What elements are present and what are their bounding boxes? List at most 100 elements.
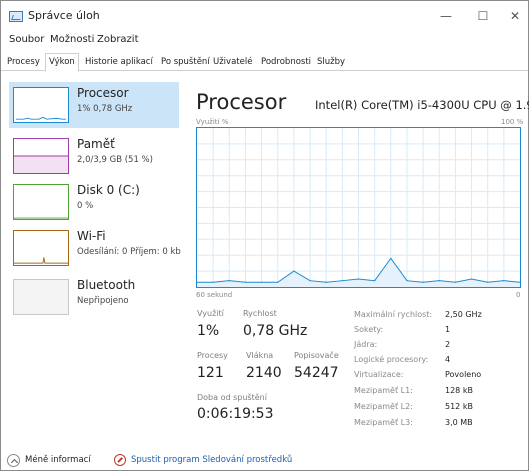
sidebar-item-wifi[interactable]: Wi-Fi Odesílání: 0 Příjem: 0 kb [9,225,181,271]
processes-label: Procesy [197,351,228,360]
task-manager-icon [9,11,23,22]
detail-key: Mezipaměť L3: [354,418,413,427]
utilization-value: 1% [197,323,220,339]
chart-point [503,280,505,282]
chart-point [438,280,440,282]
chart-point [470,278,473,280]
resource-monitor-link[interactable]: Spustit program Sledování prostředků [131,455,292,465]
title-bar: Správce úloh — ☐ ✕ [1,1,528,33]
bluetooth-thumbnail-graph [13,279,69,315]
tab-users[interactable]: Uživatelé [213,55,252,71]
menu-view[interactable]: Zobrazit [97,34,139,45]
graph-label-zero: 0 [516,291,521,299]
chart-point [293,270,295,272]
threads-value: 2140 [246,365,282,381]
tab-bar: Procesy Výkon Historie aplikací Po spušt… [1,53,528,72]
minimize-button[interactable]: — [432,7,460,25]
chart-point [519,281,520,283]
close-button[interactable]: ✕ [501,7,529,25]
cpu-utilization-chart [196,127,521,288]
chart-point [487,281,489,283]
page-title: Procesor [196,90,287,114]
sidebar-item-cpu[interactable]: Procesor 1% 0,78 GHz [9,82,179,128]
graph-label-max: 100 % [501,118,524,126]
detail-value: 128 kB [445,386,473,395]
graph-label-utilization: Využití % [196,118,229,126]
sidebar-item-label: Paměť [77,137,115,151]
tab-processes[interactable]: Procesy [7,55,40,71]
sidebar-item-sub: 0 % [77,201,94,211]
menu-options[interactable]: Možnosti [50,34,94,45]
detail-key: Logické procesory: [354,355,429,364]
detail-key: Sokety: [354,325,384,334]
window-title: Správce úloh [28,9,100,22]
sidebar-item-memory[interactable]: Paměť 2,0/3,9 GB (51 %) [9,133,179,179]
tab-performance[interactable]: Výkon [45,53,79,72]
wifi-thumbnail-graph [13,230,69,266]
handles-value: 54247 [294,365,339,381]
chart-point [341,280,343,282]
chart-point [390,257,392,259]
chart-point [309,280,311,282]
tab-details[interactable]: Podrobnosti [261,55,311,71]
detail-key: Maximální rychlost: [354,310,433,319]
memory-thumbnail-graph [13,138,69,174]
threads-label: Vlákna [246,351,274,360]
sidebar-item-sub: 2,0/3,9 GB (51 %) [77,155,153,165]
speed-value: 0,78 GHz [243,323,308,339]
sidebar-item-disk[interactable]: Disk 0 (C:) 0 % [9,179,179,225]
chart-point [261,281,263,283]
graph-label-time: 60 sekund [196,291,233,299]
tab-app-history[interactable]: Historie aplikací [85,55,153,71]
chart-point [244,281,247,283]
cpu-thumbnail-graph [13,87,69,123]
speed-label: Rychlost [243,309,277,318]
sidebar-item-label: Wi-Fi [77,229,106,243]
detail-value: 3,0 MB [445,418,473,427]
utilization-label: Využití [197,309,224,318]
chart-point [228,280,230,282]
chart-point [357,278,360,280]
tab-startup[interactable]: Po spuštění [161,55,210,71]
detail-value: 512 kB [445,402,473,411]
chevron-up-icon[interactable] [7,454,20,467]
menu-file[interactable]: Soubor [9,34,44,45]
task-manager-window: Správce úloh — ☐ ✕ Soubor Možnosti Zobra… [0,0,529,471]
chart-point [422,281,424,283]
detail-key: Jádra: [354,340,378,349]
detail-value: 4 [445,355,451,364]
sidebar-item-sub: 1% 0,78 GHz [77,104,133,114]
chart-point [406,280,408,282]
uptime-label: Doba od spuštění [197,393,267,402]
maximize-button[interactable]: ☐ [469,7,497,25]
footer-bar: Méně informací Spustit program Sledování… [1,454,528,471]
sidebar-item-label: Bluetooth [77,278,136,292]
detail-value: 2 [445,340,451,349]
chart-point [325,281,327,283]
chart-point [374,280,376,282]
detail-value: 1 [445,325,451,334]
disk-thumbnail-graph [13,184,69,220]
detail-key: Mezipaměť L2: [354,402,413,411]
chart-point [212,281,214,283]
handles-label: Popisovače [294,351,339,360]
sidebar-item-label: Disk 0 (C:) [77,183,140,197]
resource-monitor-icon [114,454,126,466]
sidebar-item-sub: Nepřipojeno [77,296,129,306]
detail-value: Povoleno [445,370,482,379]
chart-grid [197,128,520,287]
processes-value: 121 [197,365,224,381]
detail-key: Mezipaměť L1: [354,386,413,395]
cpu-model: Intel(R) Core(TM) i5-4300U CPU @ 1.9... [315,98,529,112]
sidebar-item-sub: Odesílání: 0 Příjem: 0 kb [77,247,181,257]
sidebar-item-label: Procesor [77,86,129,100]
chart-point [277,281,279,283]
tab-services[interactable]: Služby [317,55,345,71]
fewer-details-link[interactable]: Méně informací [25,455,91,465]
sidebar-item-bluetooth[interactable]: Bluetooth Nepřipojeno [9,274,179,320]
chart-point [454,281,456,283]
chart-point [197,281,198,283]
detail-value: 2,50 GHz [445,310,482,319]
detail-key: Virtualizace: [354,370,404,379]
uptime-value: 0:06:19:53 [197,406,274,422]
